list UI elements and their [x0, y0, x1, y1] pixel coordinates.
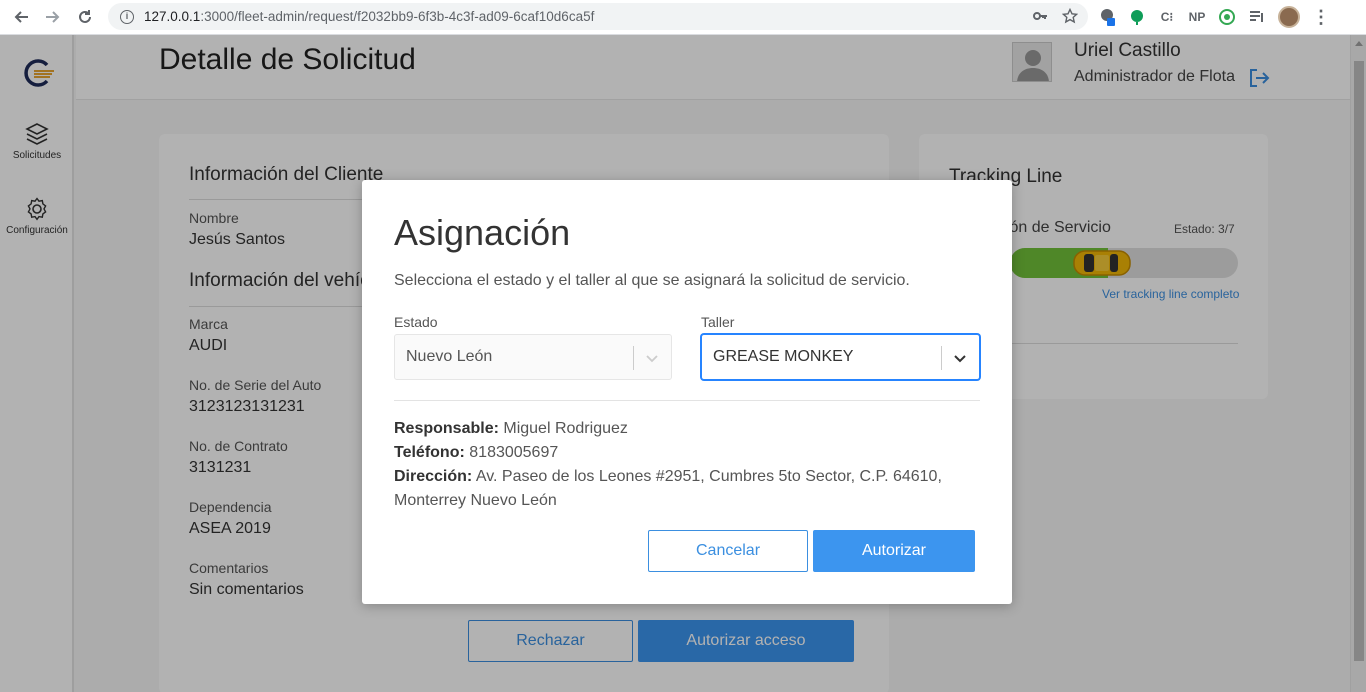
address-value: Av. Paseo de los Leones #2951, Cumbres 5…: [475, 468, 942, 485]
phone-value: 8183005697: [469, 444, 559, 461]
responsible-row: Responsable: Miguel Rodriguez: [394, 417, 628, 441]
media-queue-icon[interactable]: [1248, 8, 1266, 26]
authorize-button[interactable]: Autorizar: [813, 530, 975, 572]
select-separator: [941, 346, 942, 370]
reload-icon[interactable]: [74, 6, 96, 28]
address-bar[interactable]: i 127.0.0.1:3000/fleet-admin/request/f20…: [108, 3, 1088, 30]
extension-incognito-icon[interactable]: [1098, 8, 1116, 26]
modal-subtitle: Selecciona el estado y el taller al que …: [394, 272, 910, 289]
responsible-label: Responsable:: [394, 420, 499, 437]
responsible-value: Miguel Rodriguez: [503, 420, 628, 437]
workshop-select-value: GREASE MONKEY: [713, 348, 854, 365]
state-select-label: Estado: [394, 314, 438, 330]
address-row-2: Monterrey Nuevo León: [394, 489, 557, 513]
workshop-select-label: Taller: [701, 314, 735, 330]
modal-divider: [394, 400, 980, 401]
url-path: :3000/fleet-admin/request/f2032bb9-6f3b-…: [200, 9, 595, 24]
extension-target-icon[interactable]: [1218, 8, 1236, 26]
phone-row: Teléfono: 8183005697: [394, 441, 558, 465]
address-value-continued: Monterrey Nuevo León: [394, 492, 557, 509]
site-info-icon[interactable]: i: [120, 9, 134, 24]
address-row: Dirección: Av. Paseo de los Leones #2951…: [394, 465, 942, 489]
extension-np-icon[interactable]: NP: [1188, 8, 1206, 26]
cancel-button[interactable]: Cancelar: [648, 530, 808, 572]
browser-toolbar: i 127.0.0.1:3000/fleet-admin/request/f20…: [0, 0, 1366, 35]
select-separator: [633, 346, 634, 370]
address-label: Dirección:: [394, 468, 473, 485]
forward-icon[interactable]: [42, 6, 64, 28]
profile-avatar[interactable]: [1278, 6, 1300, 28]
extension-c-icon[interactable]: C⁝: [1158, 8, 1176, 26]
bookmark-star-icon[interactable]: [1061, 7, 1079, 27]
workshop-select[interactable]: GREASE MONKEY: [701, 334, 980, 380]
chevron-down-icon: [646, 355, 658, 363]
browser-menu-icon[interactable]: ⋮: [1312, 7, 1330, 28]
key-icon[interactable]: [1032, 8, 1048, 27]
back-icon[interactable]: [10, 6, 32, 28]
modal-title: Asignación: [394, 212, 571, 253]
extension-leaf-icon[interactable]: [1128, 8, 1146, 26]
state-select-value: Nuevo León: [406, 348, 493, 365]
chevron-down-icon: [954, 355, 966, 363]
phone-label: Teléfono:: [394, 444, 465, 461]
state-select[interactable]: Nuevo León: [394, 334, 672, 380]
url-host: 127.0.0.1: [144, 9, 201, 24]
assignment-modal: Asignación Selecciona el estado y el tal…: [362, 180, 1012, 604]
